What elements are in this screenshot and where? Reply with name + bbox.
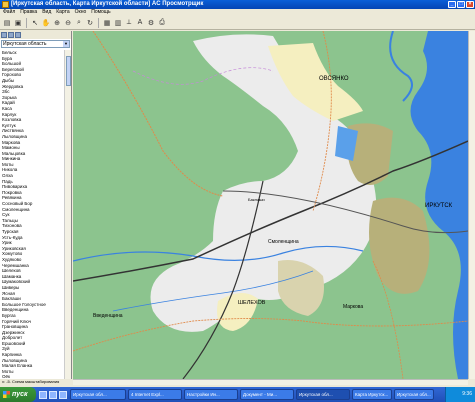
layers-icon[interactable]: ▦ (102, 18, 112, 28)
taskbar-button[interactable]: 4 Internet Expl... (128, 389, 182, 400)
refresh-icon[interactable]: ↻ (85, 18, 95, 28)
zoom-out-icon[interactable]: ⊖ (63, 18, 73, 28)
map-label-ovsyanko: ОВСЯНКО (319, 76, 349, 82)
print-icon[interactable]: ⎙ (157, 18, 167, 28)
text-icon[interactable]: A (135, 18, 145, 28)
windows-logo-icon (3, 391, 10, 398)
map-view[interactable]: ОВСЯНКО ИРКУТСК Смоленщина ШЕЛЕХОВ Введе… (73, 31, 468, 379)
layer-list: Бельск Бура Большой Береговой Горохово Дыбы Же… (0, 50, 65, 379)
menu-help[interactable]: Помощь (91, 9, 110, 16)
map-label-shelekhov: ШЕЛЕХОВ (238, 300, 266, 306)
panel-tool-icon[interactable] (15, 32, 21, 38)
map-label-smolenshina: Смоленщина (268, 239, 299, 245)
layers-panel: Иркутская область ▼ Бельск Бура Большой Бер… (0, 31, 72, 379)
panel-tool-icon[interactable] (8, 32, 14, 38)
start-button[interactable]: пуск (0, 387, 36, 402)
map-vertical-scrollbar[interactable] (468, 31, 475, 379)
main-window: [Иркутская область, Карта Иркутской обла… (0, 0, 475, 385)
window-controls: _ □ × (448, 1, 474, 8)
app-icon (2, 1, 9, 8)
maximize-button[interactable]: □ (457, 1, 465, 8)
map-horizontal-scrollbar[interactable] (73, 379, 468, 385)
panel-scroll-thumb[interactable] (66, 56, 71, 86)
menu-file[interactable]: Файл (3, 9, 15, 16)
system-tray: 9:36 (445, 387, 475, 402)
start-label: пуск (12, 391, 28, 398)
map-label-baklashi: Баклаши (248, 197, 265, 202)
taskbar-button[interactable]: Настройки Ин... (184, 389, 238, 400)
region-select[interactable]: Иркутская область ▼ (1, 40, 70, 48)
measure-icon[interactable]: ⟂ (124, 18, 134, 28)
close-button[interactable]: × (466, 1, 474, 8)
quick-launch-icon[interactable] (49, 390, 57, 399)
toolbar-separator (26, 17, 27, 28)
legend-icon[interactable]: ▥ (113, 18, 123, 28)
status-bar: x: -5. Схема масштабирования (0, 379, 73, 385)
quick-launch (39, 390, 67, 399)
chevron-down-icon[interactable]: ▼ (63, 41, 69, 47)
panel-scrollbar[interactable] (64, 50, 71, 379)
panel-tool-icon[interactable] (1, 32, 7, 38)
zoom-in-icon[interactable]: ⊕ (52, 18, 62, 28)
menu-map[interactable]: Карта (56, 9, 69, 16)
taskbar-button[interactable]: Иркутская обл... (394, 389, 434, 400)
menu-edit[interactable]: Правка (20, 9, 37, 16)
taskbar-button[interactable]: Документ - Ми... (240, 389, 294, 400)
region-select-value: Иркутская область (3, 41, 47, 47)
taskbar: пуск Иркутская обл... 4 Internet Expl...… (0, 387, 475, 402)
menu-view[interactable]: Вид (42, 9, 51, 16)
minimize-button[interactable]: _ (448, 1, 456, 8)
zoom-window-icon[interactable]: ⌕ (74, 18, 84, 28)
map-label-irkutsk: ИРКУТСК (425, 203, 453, 209)
quick-launch-icon[interactable] (59, 390, 67, 399)
map-canvas[interactable]: ОВСЯНКО ИРКУТСК Смоленщина ШЕЛЕХОВ Введе… (73, 31, 468, 379)
map-label-vvedenshina: Введенщина (93, 313, 123, 319)
taskbar-button[interactable]: Карта Иркутск... (352, 389, 392, 400)
title-bar: [Иркутская область, Карта Иркутской обла… (0, 0, 475, 9)
taskbar-button[interactable]: Иркутская обл... (70, 389, 126, 400)
hand-icon[interactable]: ✋ (41, 18, 51, 28)
settings-icon[interactable]: ⚙ (146, 18, 156, 28)
panel-toolbar (0, 31, 71, 39)
pointer-icon[interactable]: ↖ (30, 18, 40, 28)
toolbar-separator (98, 17, 99, 28)
map-label-markova: Маркова (343, 304, 363, 310)
save-icon[interactable]: ▣ (13, 18, 23, 28)
quick-launch-icon[interactable] (39, 390, 47, 399)
taskbar-button[interactable]: Иркутская обл... (296, 389, 350, 400)
menu-bar: Файл Правка Вид Карта Окно Помощь (0, 9, 475, 16)
open-icon[interactable]: ▤ (2, 18, 12, 28)
clock[interactable]: 9:36 (462, 391, 472, 397)
toolbar: ▤ ▣ ↖ ✋ ⊕ ⊖ ⌕ ↻ ▦ ▥ ⟂ A ⚙ ⎙ (0, 16, 475, 30)
menu-window[interactable]: Окно (75, 9, 87, 16)
window-title: [Иркутская область, Карта Иркутской обла… (11, 1, 204, 7)
